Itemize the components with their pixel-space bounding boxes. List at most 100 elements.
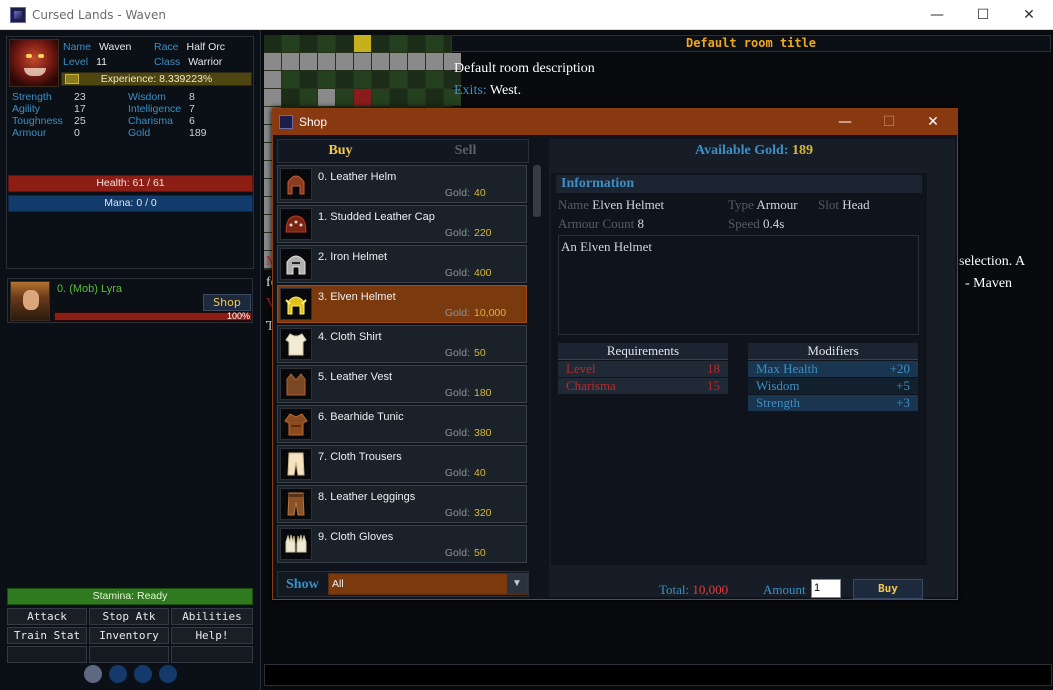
player-class: Warrior [188,56,223,68]
stat-wisdom-value: 8 [189,91,195,103]
player-level: 11 [96,56,108,68]
shop-item[interactable]: 9. Cloth Gloves Gold: 50 [277,525,527,563]
requirements-heading: Requirements [558,343,728,360]
cloth-gloves-icon [280,528,312,560]
mana-bar: Mana: 0 / 0 [8,195,253,212]
help-button[interactable]: Help! [171,627,253,644]
leather-leggings-icon [280,488,312,520]
empty-action-slot[interactable] [7,646,87,663]
stat-intelligence: Intelligence [128,103,182,115]
stamina-bar: Stamina: Ready [7,588,253,605]
iron-helmet-icon [280,248,312,280]
attack-button[interactable]: Attack [7,608,87,625]
shop-item-list: 0. Leather Helm Gold: 40 1. Studded Leat… [277,165,527,565]
total-cost: Total: 10,000 [659,582,729,597]
chevron-down-icon[interactable]: ▼ [507,574,527,594]
stat-toughness: Toughness [12,115,63,127]
modifier-row: Strength +3 [748,395,918,411]
information-panel: Information Name Elven Helmet Type Armou… [551,173,927,565]
buy-button[interactable]: Buy [853,579,923,599]
target-name: 0. (Mob) Lyra [57,283,123,295]
empty-action-slot[interactable] [171,646,253,663]
stat-armour-value: 0 [74,127,80,139]
tab-sell[interactable]: Sell [403,140,528,162]
abilities-button[interactable]: Abilities [171,608,253,625]
close-button[interactable]: ✕ [1006,0,1052,30]
minimize-button[interactable]: — [914,0,960,30]
player-race: Half Orc [186,41,226,53]
scrollbar-thumb[interactable] [533,165,541,217]
modifier-row: Wisdom +5 [748,378,918,394]
target-health-text: 100% [226,311,250,321]
purchase-row: Total: 10,000 Amount 1 Buy [549,577,955,599]
shop-item[interactable]: 2. Iron Helmet Gold: 400 [277,245,527,283]
room-exits: Exits: West. [454,83,522,98]
info-type: Type Armour [728,197,798,212]
shop-item[interactable]: 3. Elven Helmet Gold: 10,000 [277,285,527,323]
page-dot[interactable] [159,665,177,683]
cloth-shirt-icon [280,328,312,360]
tab-buy[interactable]: Buy [278,140,403,162]
shop-minimize-button[interactable]: — [823,109,867,135]
shop-window-icon [279,115,293,129]
stat-agility: Agility [12,103,41,115]
health-bar: Health: 61 / 61 [8,175,253,192]
shop-item[interactable]: 6. Bearhide Tunic Gold: 380 [277,405,527,443]
page-dot[interactable] [109,665,127,683]
available-gold: Available Gold: 189 [695,143,813,158]
shop-close-button[interactable]: ✕ [911,109,955,135]
shop-item[interactable]: 1. Studded Leather Cap Gold: 220 [277,205,527,243]
app-icon [10,6,26,23]
info-name: Name Elven Helmet [558,197,665,212]
shop-item[interactable]: 5. Leather Vest Gold: 180 [277,365,527,403]
modifier-row: Max Health +20 [748,361,918,377]
window-titlebar: Cursed Lands - Waven — ☐ ✕ [0,0,1053,30]
command-input[interactable] [264,664,1052,686]
train-stat-button[interactable]: Train Stat [7,627,87,644]
chat-fragment: selection. A [959,254,1026,269]
requirement-row: Charisma 15 [558,378,728,394]
target-portrait [10,281,50,321]
item-description: An Elven Helmet [558,235,919,335]
info-speed: Speed 0.4s [728,216,785,231]
stat-strength: Strength [12,91,52,103]
stat-gold-value: 189 [189,127,207,139]
shop-item[interactable]: 4. Cloth Shirt Gold: 50 [277,325,527,363]
inventory-button[interactable]: Inventory [89,627,169,644]
player-name: Waven [99,41,132,53]
player-portrait [9,39,59,87]
shop-item[interactable]: 0. Leather Helm Gold: 40 [277,165,527,203]
item-list-scrollbar[interactable] [532,165,542,565]
target-panel[interactable]: 0. (Mob) Lyra Shop 100% [7,278,253,323]
filter-select[interactable]: All ▼ [328,573,528,595]
stat-gold: Gold [128,127,151,139]
shop-titlebar: Shop — ☐ ✕ [273,109,957,135]
information-heading: Information [556,175,922,193]
stat-charisma-value: 6 [189,115,195,127]
stat-agility-value: 17 [74,103,86,115]
amount-input[interactable]: 1 [811,579,841,598]
window-title: Cursed Lands - Waven [32,7,166,22]
name-row: Name Waven [63,41,132,53]
info-slot: Slot Head [818,197,870,212]
amount-label: Amount [763,582,806,597]
page-dot[interactable] [134,665,152,683]
maximize-button[interactable]: ☐ [960,0,1006,30]
character-panel: Name Waven Race Half Orc Level 11 Class Warr… [6,36,254,269]
stop-attack-button[interactable]: Stop Atk [89,608,169,625]
requirement-row: Level 18 [558,361,728,377]
filter-label: Show [286,577,319,592]
studded-leather-cap-icon [280,208,312,240]
leather-vest-icon [280,368,312,400]
room-description: Default room description [454,61,595,76]
page-indicator [84,665,177,683]
shop-title: Shop [299,115,328,129]
shop-item[interactable]: 8. Leather Leggings Gold: 320 [277,485,527,523]
empty-action-slot[interactable] [89,646,169,663]
open-shop-button[interactable]: Shop [203,294,251,311]
stat-charisma: Charisma [128,115,173,127]
exit-west-link[interactable]: West. [490,83,521,98]
requirements-table: Requirements Level 18 Charisma 15 [558,343,728,394]
page-dot[interactable] [84,665,102,683]
shop-item[interactable]: 7. Cloth Trousers Gold: 40 [277,445,527,483]
